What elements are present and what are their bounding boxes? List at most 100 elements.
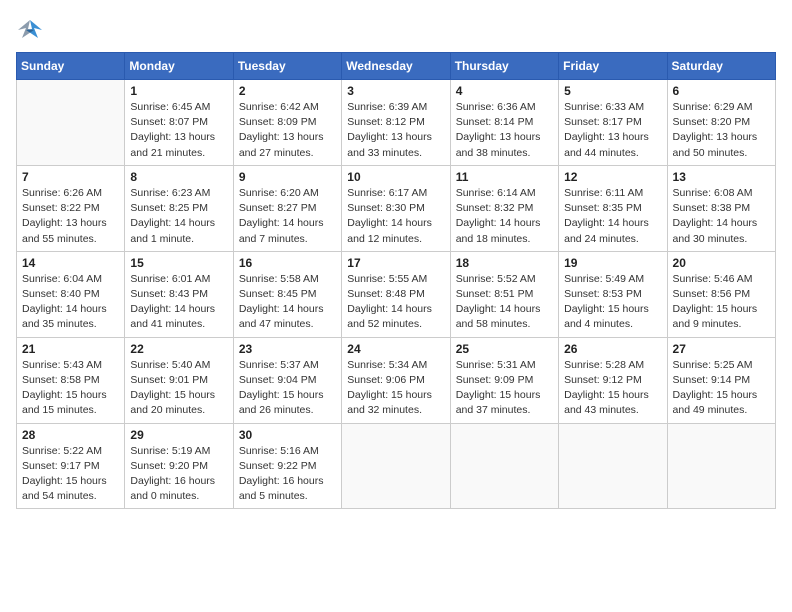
calendar-cell: 28 Sunrise: 5:22 AM Sunset: 9:17 PM Dayli… [17, 423, 125, 509]
calendar-cell: 24 Sunrise: 5:34 AM Sunset: 9:06 PM Dayli… [342, 337, 450, 423]
day-number: 12 [564, 170, 661, 184]
day-number: 26 [564, 342, 661, 356]
day-info: Sunrise: 6:26 AM Sunset: 8:22 PM Dayligh… [22, 186, 119, 247]
day-number: 28 [22, 428, 119, 442]
calendar-cell: 25 Sunrise: 5:31 AM Sunset: 9:09 PM Dayli… [450, 337, 558, 423]
weekday-header-tuesday: Tuesday [233, 53, 341, 80]
day-number: 25 [456, 342, 553, 356]
day-info: Sunrise: 6:14 AM Sunset: 8:32 PM Dayligh… [456, 186, 553, 247]
week-row-1: 7 Sunrise: 6:26 AM Sunset: 8:22 PM Daylig… [17, 165, 776, 251]
day-info: Sunrise: 6:23 AM Sunset: 8:25 PM Dayligh… [130, 186, 227, 247]
calendar-cell [559, 423, 667, 509]
day-number: 19 [564, 256, 661, 270]
day-info: Sunrise: 5:28 AM Sunset: 9:12 PM Dayligh… [564, 358, 661, 419]
calendar-cell: 8 Sunrise: 6:23 AM Sunset: 8:25 PM Daylig… [125, 165, 233, 251]
week-row-0: 1 Sunrise: 6:45 AM Sunset: 8:07 PM Daylig… [17, 80, 776, 166]
day-info: Sunrise: 6:08 AM Sunset: 8:38 PM Dayligh… [673, 186, 770, 247]
day-info: Sunrise: 5:37 AM Sunset: 9:04 PM Dayligh… [239, 358, 336, 419]
calendar-cell: 6 Sunrise: 6:29 AM Sunset: 8:20 PM Daylig… [667, 80, 775, 166]
day-number: 11 [456, 170, 553, 184]
day-number: 22 [130, 342, 227, 356]
calendar-cell: 14 Sunrise: 6:04 AM Sunset: 8:40 PM Dayli… [17, 251, 125, 337]
calendar-cell: 1 Sunrise: 6:45 AM Sunset: 8:07 PM Daylig… [125, 80, 233, 166]
weekday-header-row: SundayMondayTuesdayWednesdayThursdayFrid… [17, 53, 776, 80]
logo [16, 16, 48, 44]
calendar-table: SundayMondayTuesdayWednesdayThursdayFrid… [16, 52, 776, 509]
calendar-cell: 10Sunrise: 6:17 AM Sunset: 8:30 PM Dayli… [342, 165, 450, 251]
day-number: 9 [239, 170, 336, 184]
weekday-header-sunday: Sunday [17, 53, 125, 80]
day-info: Sunrise: 6:33 AM Sunset: 8:17 PM Dayligh… [564, 100, 661, 161]
day-number: 24 [347, 342, 444, 356]
day-number: 7 [22, 170, 119, 184]
day-number: 20 [673, 256, 770, 270]
day-info: Sunrise: 5:43 AM Sunset: 8:58 PM Dayligh… [22, 358, 119, 419]
day-number: 8 [130, 170, 227, 184]
calendar-cell [450, 423, 558, 509]
day-info: Sunrise: 6:20 AM Sunset: 8:27 PM Dayligh… [239, 186, 336, 247]
day-info: Sunrise: 6:17 AM Sunset: 8:30 PM Dayligh… [347, 186, 444, 247]
day-info: Sunrise: 6:42 AM Sunset: 8:09 PM Dayligh… [239, 100, 336, 161]
day-number: 15 [130, 256, 227, 270]
calendar-cell: 20 Sunrise: 5:46 AM Sunset: 8:56 PM Dayli… [667, 251, 775, 337]
calendar-cell: 12 Sunrise: 6:11 AM Sunset: 8:35 PM Dayli… [559, 165, 667, 251]
week-row-3: 21 Sunrise: 5:43 AM Sunset: 8:58 PM Dayli… [17, 337, 776, 423]
day-info: Sunrise: 6:11 AM Sunset: 8:35 PM Dayligh… [564, 186, 661, 247]
day-info: Sunrise: 6:39 AM Sunset: 8:12 PM Dayligh… [347, 100, 444, 161]
day-number: 13 [673, 170, 770, 184]
day-info: Sunrise: 5:46 AM Sunset: 8:56 PM Dayligh… [673, 272, 770, 333]
logo-icon [16, 16, 44, 44]
calendar-cell: 18 Sunrise: 5:52 AM Sunset: 8:51 PM Dayli… [450, 251, 558, 337]
calendar-cell: 26 Sunrise: 5:28 AM Sunset: 9:12 PM Dayli… [559, 337, 667, 423]
day-number: 6 [673, 84, 770, 98]
day-info: Sunrise: 5:55 AM Sunset: 8:48 PM Dayligh… [347, 272, 444, 333]
day-number: 4 [456, 84, 553, 98]
day-number: 30 [239, 428, 336, 442]
day-number: 14 [22, 256, 119, 270]
calendar-cell: 27Sunrise: 5:25 AM Sunset: 9:14 PM Dayli… [667, 337, 775, 423]
calendar-cell: 23 Sunrise: 5:37 AM Sunset: 9:04 PM Dayli… [233, 337, 341, 423]
day-info: Sunrise: 5:34 AM Sunset: 9:06 PM Dayligh… [347, 358, 444, 419]
day-number: 18 [456, 256, 553, 270]
day-number: 3 [347, 84, 444, 98]
calendar-cell [667, 423, 775, 509]
calendar-cell: 4 Sunrise: 6:36 AM Sunset: 8:14 PM Daylig… [450, 80, 558, 166]
day-info: Sunrise: 5:52 AM Sunset: 8:51 PM Dayligh… [456, 272, 553, 333]
day-info: Sunrise: 6:29 AM Sunset: 8:20 PM Dayligh… [673, 100, 770, 161]
day-number: 16 [239, 256, 336, 270]
day-info: Sunrise: 5:31 AM Sunset: 9:09 PM Dayligh… [456, 358, 553, 419]
calendar-cell: 15 Sunrise: 6:01 AM Sunset: 8:43 PM Dayli… [125, 251, 233, 337]
day-number: 29 [130, 428, 227, 442]
weekday-header-wednesday: Wednesday [342, 53, 450, 80]
week-row-2: 14 Sunrise: 6:04 AM Sunset: 8:40 PM Dayli… [17, 251, 776, 337]
day-number: 1 [130, 84, 227, 98]
day-info: Sunrise: 5:49 AM Sunset: 8:53 PM Dayligh… [564, 272, 661, 333]
page-header [16, 16, 776, 44]
calendar-cell: 19 Sunrise: 5:49 AM Sunset: 8:53 PM Dayli… [559, 251, 667, 337]
weekday-header-monday: Monday [125, 53, 233, 80]
calendar-cell: 30Sunrise: 5:16 AM Sunset: 9:22 PM Dayli… [233, 423, 341, 509]
day-info: Sunrise: 6:36 AM Sunset: 8:14 PM Dayligh… [456, 100, 553, 161]
day-number: 27 [673, 342, 770, 356]
day-number: 23 [239, 342, 336, 356]
day-number: 2 [239, 84, 336, 98]
calendar-cell: 21 Sunrise: 5:43 AM Sunset: 8:58 PM Dayli… [17, 337, 125, 423]
weekday-header-friday: Friday [559, 53, 667, 80]
weekday-header-thursday: Thursday [450, 53, 558, 80]
calendar-cell: 17Sunrise: 5:55 AM Sunset: 8:48 PM Dayli… [342, 251, 450, 337]
calendar-cell [17, 80, 125, 166]
calendar-cell: 29Sunrise: 5:19 AM Sunset: 9:20 PM Dayli… [125, 423, 233, 509]
day-info: Sunrise: 6:01 AM Sunset: 8:43 PM Dayligh… [130, 272, 227, 333]
day-info: Sunrise: 5:40 AM Sunset: 9:01 PM Dayligh… [130, 358, 227, 419]
calendar-cell: 13 Sunrise: 6:08 AM Sunset: 8:38 PM Dayli… [667, 165, 775, 251]
calendar-cell: 16 Sunrise: 5:58 AM Sunset: 8:45 PM Dayli… [233, 251, 341, 337]
day-info: Sunrise: 5:22 AM Sunset: 9:17 PM Dayligh… [22, 444, 119, 505]
calendar-cell [342, 423, 450, 509]
day-info: Sunrise: 5:58 AM Sunset: 8:45 PM Dayligh… [239, 272, 336, 333]
day-number: 21 [22, 342, 119, 356]
week-row-4: 28 Sunrise: 5:22 AM Sunset: 9:17 PM Dayli… [17, 423, 776, 509]
day-info: Sunrise: 6:45 AM Sunset: 8:07 PM Dayligh… [130, 100, 227, 161]
calendar-cell: 9 Sunrise: 6:20 AM Sunset: 8:27 PM Daylig… [233, 165, 341, 251]
day-info: Sunrise: 6:04 AM Sunset: 8:40 PM Dayligh… [22, 272, 119, 333]
calendar-cell: 7 Sunrise: 6:26 AM Sunset: 8:22 PM Daylig… [17, 165, 125, 251]
